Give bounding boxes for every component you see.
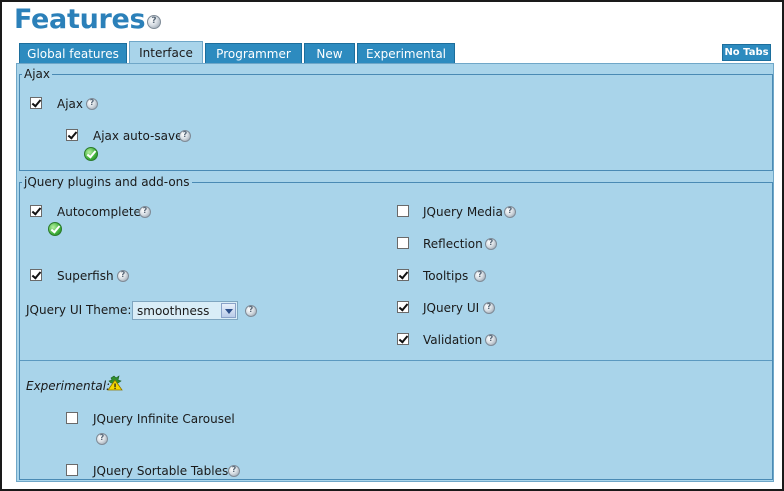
tab-interface[interactable]: Interface (129, 41, 203, 64)
sortable-tables-label: JQuery Sortable Tables (93, 464, 229, 478)
features-window: Features Global features Interface Progr… (0, 0, 784, 491)
theme-label: JQuery UI Theme: (26, 303, 132, 317)
reflection-checkbox[interactable] (397, 237, 409, 249)
theme-select[interactable]: smoothness (132, 301, 238, 320)
help-icon[interactable] (483, 302, 495, 314)
jquery-legend: jQuery plugins and add-ons (24, 175, 190, 189)
page-title: Features (14, 4, 146, 35)
help-icon[interactable] (139, 206, 151, 218)
jquery-ui-label: JQuery UI (423, 301, 480, 315)
divider (20, 360, 772, 361)
ajax-autosave-checkbox[interactable] (66, 129, 78, 141)
superfish-label: Superfish (57, 269, 114, 283)
tab-programmer[interactable]: Programmer (205, 43, 302, 64)
help-icon[interactable] (245, 305, 257, 317)
help-icon[interactable] (147, 15, 161, 29)
tab-new[interactable]: New (304, 43, 355, 64)
tooltips-label: Tooltips (423, 269, 469, 283)
help-icon[interactable] (86, 98, 98, 110)
ajax-legend: Ajax (24, 67, 50, 81)
theme-select-value: smoothness (137, 304, 210, 318)
jquery-ui-checkbox[interactable] (397, 301, 409, 313)
infinite-carousel-label: JQuery Infinite Carousel (93, 412, 235, 426)
validation-checkbox[interactable] (397, 333, 409, 345)
validation-label: Validation (423, 333, 483, 347)
infinite-carousel-checkbox[interactable] (66, 412, 78, 424)
ok-icon (84, 147, 98, 161)
autocomplete-label: Autocomplete (57, 205, 141, 219)
reflection-label: Reflection (423, 237, 483, 251)
help-icon[interactable] (179, 130, 191, 142)
experimental-label: Experimental: (26, 379, 111, 393)
help-icon[interactable] (485, 238, 497, 250)
sortable-tables-checkbox[interactable] (66, 464, 78, 476)
ajax-label: Ajax (57, 97, 83, 111)
jquery-media-checkbox[interactable] (397, 205, 409, 217)
help-icon[interactable] (228, 465, 240, 477)
jquery-media-label: JQuery Media (423, 205, 503, 219)
help-icon[interactable] (504, 206, 516, 218)
help-icon[interactable] (117, 270, 129, 282)
superfish-checkbox[interactable] (30, 269, 42, 281)
ajax-checkbox[interactable] (30, 97, 42, 109)
help-icon[interactable] (474, 270, 486, 282)
jquery-fieldset: jQuery plugins and add-ons Autocomplete … (19, 175, 773, 480)
ajax-autosave-label: Ajax auto-save (93, 129, 183, 143)
help-icon[interactable] (96, 433, 108, 445)
tab-global-features[interactable]: Global features (19, 43, 127, 64)
ajax-fieldset: Ajax Ajax Ajax auto-save (19, 67, 773, 171)
interface-panel: Ajax Ajax Ajax auto-save jQuery plugins … (16, 63, 774, 482)
autocomplete-checkbox[interactable] (30, 205, 42, 217)
tab-experimental[interactable]: Experimental (357, 43, 455, 64)
no-tabs-button[interactable]: No Tabs (722, 44, 771, 61)
ok-icon (48, 222, 62, 236)
help-icon[interactable] (485, 334, 497, 346)
tooltips-checkbox[interactable] (397, 269, 409, 281)
chevron-down-icon[interactable] (221, 303, 236, 318)
experimental-warning-icon (107, 375, 123, 391)
